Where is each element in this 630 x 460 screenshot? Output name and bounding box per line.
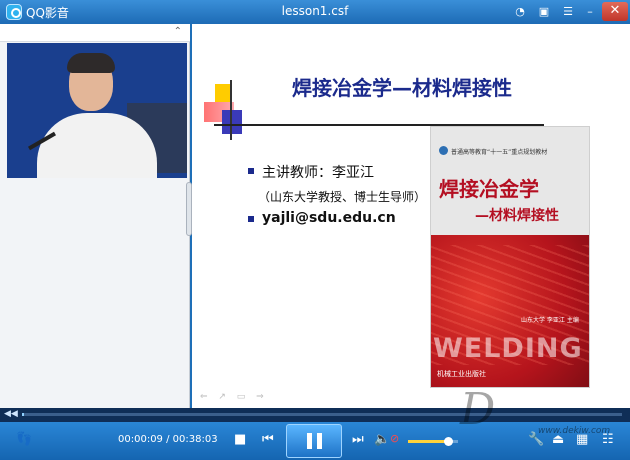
volume-slider[interactable] bbox=[408, 437, 458, 446]
seek-back-icon[interactable]: ◀◀ bbox=[4, 409, 18, 419]
control-bar: 👣 00:00:09 / 00:38:03 ■ ⏮ ⏭ 🔈 ⊘ 🔧 ⏏ ▦ ☷ bbox=[0, 422, 630, 460]
lecturer-title-line: （山东大学教授、博士生导师） bbox=[258, 190, 427, 204]
watermark-logo: D bbox=[460, 384, 496, 435]
watermark-url: www.dekiw.com bbox=[538, 426, 611, 436]
book-cover-art: 山东大学 李亚江 主编 WELDING 机械工业出版社 bbox=[431, 235, 589, 387]
book-author: 山东大学 李亚江 主编 bbox=[521, 317, 579, 324]
book-title: 焊接冶金学 bbox=[439, 177, 539, 201]
previous-button[interactable]: ⏮ bbox=[262, 432, 274, 447]
stop-button[interactable]: ■ bbox=[234, 432, 246, 447]
panel-header: ⌃ bbox=[0, 24, 190, 42]
volume-level bbox=[408, 440, 448, 443]
collapse-icon[interactable]: ⌃ bbox=[174, 26, 182, 37]
minimize-button[interactable]: – bbox=[582, 4, 598, 20]
email-line: yajli@sdu.edu.cn bbox=[262, 210, 396, 226]
seek-progress bbox=[22, 413, 25, 416]
next-button[interactable]: ⏭ bbox=[352, 432, 364, 447]
volume-knob[interactable] bbox=[444, 437, 453, 446]
volume-icon[interactable]: 🔈 bbox=[374, 432, 390, 447]
pause-icon bbox=[317, 433, 322, 449]
book-welding-text: WELDING bbox=[433, 333, 583, 364]
slide-nav-arrows[interactable]: ⇐ ↗ ▭ ⇒ bbox=[200, 392, 268, 402]
chat-icon[interactable]: ◔ bbox=[512, 4, 528, 20]
book-series: 普通高等教育“十一五”重点规划教材 bbox=[451, 149, 548, 156]
mini-mode-icon[interactable]: ▣ bbox=[536, 4, 552, 20]
time-display: 00:00:09 / 00:38:03 bbox=[118, 434, 218, 445]
mute-icon[interactable]: ⊘ bbox=[390, 432, 399, 445]
book-publisher: 机械工业出版社 bbox=[437, 370, 486, 378]
menu-icon[interactable]: ☰ bbox=[560, 4, 576, 20]
slide-title: 焊接冶金学—材料焊接性 bbox=[292, 76, 512, 100]
footprint-icon[interactable]: 👣 bbox=[16, 432, 32, 447]
video-panel: ⌃ bbox=[0, 24, 190, 408]
decor-blue-square bbox=[222, 110, 242, 134]
seek-track[interactable] bbox=[22, 413, 622, 416]
decor-vertical-line bbox=[230, 80, 232, 140]
lecturer-line: 主讲教师：李亚江 bbox=[262, 165, 374, 181]
close-button[interactable]: ✕ bbox=[602, 2, 628, 21]
decor-yellow-square bbox=[215, 84, 231, 102]
book-cover: 普通高等教育“十一五”重点规划教材 焊接冶金学 —材料焊接性 山东大学 李亚江 … bbox=[430, 126, 590, 388]
bullet-icon bbox=[248, 216, 254, 222]
lecturer-video[interactable] bbox=[7, 43, 187, 178]
lecturer-hair bbox=[67, 53, 115, 73]
seek-bar[interactable]: ◀◀ bbox=[0, 408, 630, 422]
bullet-icon bbox=[248, 168, 254, 174]
pause-button[interactable] bbox=[286, 424, 342, 458]
title-bar: QQ影音 lesson1.csf ◔ ▣ ☰ – ✕ bbox=[0, 0, 630, 24]
series-logo-icon bbox=[439, 146, 448, 155]
slide-view: 焊接冶金学—材料焊接性 主讲教师：李亚江 （山东大学教授、博士生导师） yajl… bbox=[192, 24, 630, 408]
pause-icon bbox=[307, 433, 312, 449]
book-subtitle: —材料焊接性 bbox=[475, 208, 559, 224]
